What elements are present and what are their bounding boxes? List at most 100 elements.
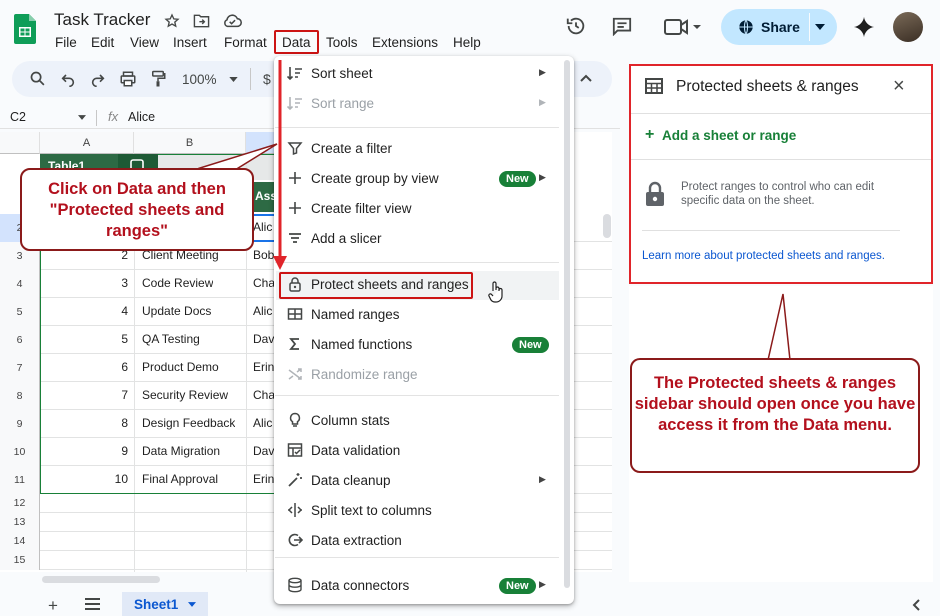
collapse-toolbar-icon[interactable]: [580, 74, 592, 82]
menu-item-data-validation[interactable]: Data validation: [287, 439, 567, 463]
menu-item-data-cleanup[interactable]: Data cleanup ▶: [287, 469, 567, 493]
gemini-sparkle-icon[interactable]: [853, 16, 875, 38]
instruction-callout: Click on Data and then "Protected sheets…: [20, 168, 254, 251]
data-validation-icon: [287, 442, 303, 458]
sidebar-callout: The Protected sheets & ranges sidebar sh…: [630, 358, 920, 473]
data-menu-highlight-box: [274, 30, 319, 54]
menu-item-column-stats[interactable]: Column stats: [287, 409, 567, 433]
protected-table-icon: [645, 78, 663, 94]
row-header[interactable]: 7: [0, 354, 40, 382]
star-icon[interactable]: [164, 13, 180, 29]
vertical-scrollbar[interactable]: [603, 214, 611, 238]
row-header[interactable]: 10: [0, 438, 40, 466]
row-header[interactable]: 5: [0, 298, 40, 326]
menu-item-data-connectors[interactable]: Data connectorsNew▶: [287, 574, 567, 598]
meet-video-icon[interactable]: [664, 17, 702, 37]
extraction-icon: [287, 532, 303, 548]
menu-file[interactable]: File: [55, 35, 77, 50]
zoom-dropdown-icon[interactable]: [229, 77, 238, 82]
column-header-c[interactable]: [246, 132, 276, 154]
submenu-arrow-icon: ▶: [539, 474, 546, 485]
new-badge: New: [512, 337, 549, 353]
currency-format-button[interactable]: $: [263, 71, 271, 87]
history-icon[interactable]: [565, 15, 587, 37]
row-header[interactable]: 11: [0, 466, 40, 494]
select-all-corner[interactable]: [0, 132, 40, 154]
redo-icon[interactable]: [90, 71, 106, 87]
undo-icon[interactable]: [60, 71, 76, 87]
document-title[interactable]: Task Tracker: [54, 10, 150, 30]
menu-item-data-extraction[interactable]: Data extraction: [287, 529, 567, 553]
move-folder-icon[interactable]: [193, 13, 210, 29]
sheet-tab-dropdown-icon[interactable]: [188, 602, 196, 607]
menu-item-label: Split text to columns: [311, 503, 432, 518]
share-label: Share: [761, 19, 800, 35]
menu-item-label: Create group by view: [311, 171, 439, 186]
menu-item-create-filter-view[interactable]: Create filter view: [287, 197, 567, 221]
row-header[interactable]: 13: [0, 513, 40, 532]
menu-separator: [275, 262, 559, 263]
menu-edit[interactable]: Edit: [91, 35, 114, 50]
add-sheet-icon[interactable]: +: [48, 596, 58, 616]
row-header[interactable]: 9: [0, 410, 40, 438]
sheets-logo-icon[interactable]: [14, 14, 36, 44]
close-icon[interactable]: ×: [893, 75, 905, 98]
menu-item-label: Named ranges: [311, 307, 400, 322]
split-icon: [287, 502, 303, 518]
row-header[interactable]: 15: [0, 551, 40, 570]
new-badge: New: [499, 578, 536, 594]
menu-tools[interactable]: Tools: [326, 35, 358, 50]
add-icon[interactable]: +: [645, 126, 654, 144]
menu-item-create-a-filter[interactable]: Create a filter: [287, 137, 567, 161]
formula-divider: [96, 110, 97, 126]
all-sheets-icon[interactable]: [85, 598, 100, 610]
zoom-select[interactable]: 100%: [182, 72, 217, 87]
menu-item-label: Data extraction: [311, 533, 402, 548]
menu-extensions[interactable]: Extensions: [372, 35, 438, 50]
sidebar-description: Protect ranges to control who can edit s…: [681, 180, 911, 208]
menu-insert[interactable]: Insert: [173, 35, 207, 50]
row-header[interactable]: 6: [0, 326, 40, 354]
row-header[interactable]: 12: [0, 494, 40, 513]
menu-item-label: Column stats: [311, 413, 390, 428]
add-sheet-or-range-button[interactable]: Add a sheet or range: [662, 128, 796, 143]
menu-item-label: Sort sheet: [311, 66, 373, 81]
plus-icon: [287, 200, 303, 216]
avatar[interactable]: [893, 12, 923, 42]
menu-view[interactable]: View: [130, 35, 159, 50]
share-divider: [809, 13, 810, 41]
formula-input[interactable]: Alice: [128, 110, 155, 124]
menu-help[interactable]: Help: [453, 35, 481, 50]
horizontal-scrollbar[interactable]: [42, 576, 160, 583]
row-header[interactable]: 8: [0, 382, 40, 410]
column-header-a[interactable]: A: [40, 132, 134, 154]
search-menus-icon[interactable]: [29, 70, 46, 87]
filter-icon: [287, 140, 303, 156]
name-box[interactable]: C2: [10, 110, 26, 124]
comments-icon[interactable]: [611, 16, 633, 36]
row-header[interactable]: 14: [0, 532, 40, 551]
column-header-b[interactable]: B: [134, 132, 246, 154]
sheet-tab-label: Sheet1: [134, 597, 178, 612]
menu-item-sort-sheet[interactable]: Sort sheet▶: [287, 62, 567, 86]
sidebar-divider: [631, 113, 931, 114]
menu-format[interactable]: Format: [224, 35, 267, 50]
menu-item-create-group-by-view[interactable]: Create group by viewNew▶: [287, 167, 567, 191]
menu-item-named-functions[interactable]: Named functionsNew: [287, 333, 567, 357]
menu-item-add-a-slicer[interactable]: Add a slicer: [287, 227, 567, 251]
menu-separator: [275, 395, 559, 396]
database-icon: [287, 577, 303, 593]
learn-more-link[interactable]: Learn more about protected sheets and ra…: [642, 250, 885, 262]
menu-item-label: Data cleanup: [311, 473, 391, 488]
menu-item-named-ranges[interactable]: Named ranges: [287, 303, 567, 327]
protect-sheets-highlight-box: [279, 272, 473, 299]
menu-separator: [275, 557, 559, 558]
cloud-saved-icon[interactable]: [222, 13, 242, 29]
name-box-dropdown-icon[interactable]: [78, 115, 86, 120]
print-icon[interactable]: [119, 70, 137, 88]
explore-collapse-icon[interactable]: [912, 599, 920, 611]
menu-item-split-text-to-columns[interactable]: Split text to columns: [287, 499, 567, 523]
share-dropdown-icon[interactable]: [815, 24, 825, 30]
paint-format-icon[interactable]: [150, 70, 166, 88]
row-header[interactable]: 4: [0, 270, 40, 298]
